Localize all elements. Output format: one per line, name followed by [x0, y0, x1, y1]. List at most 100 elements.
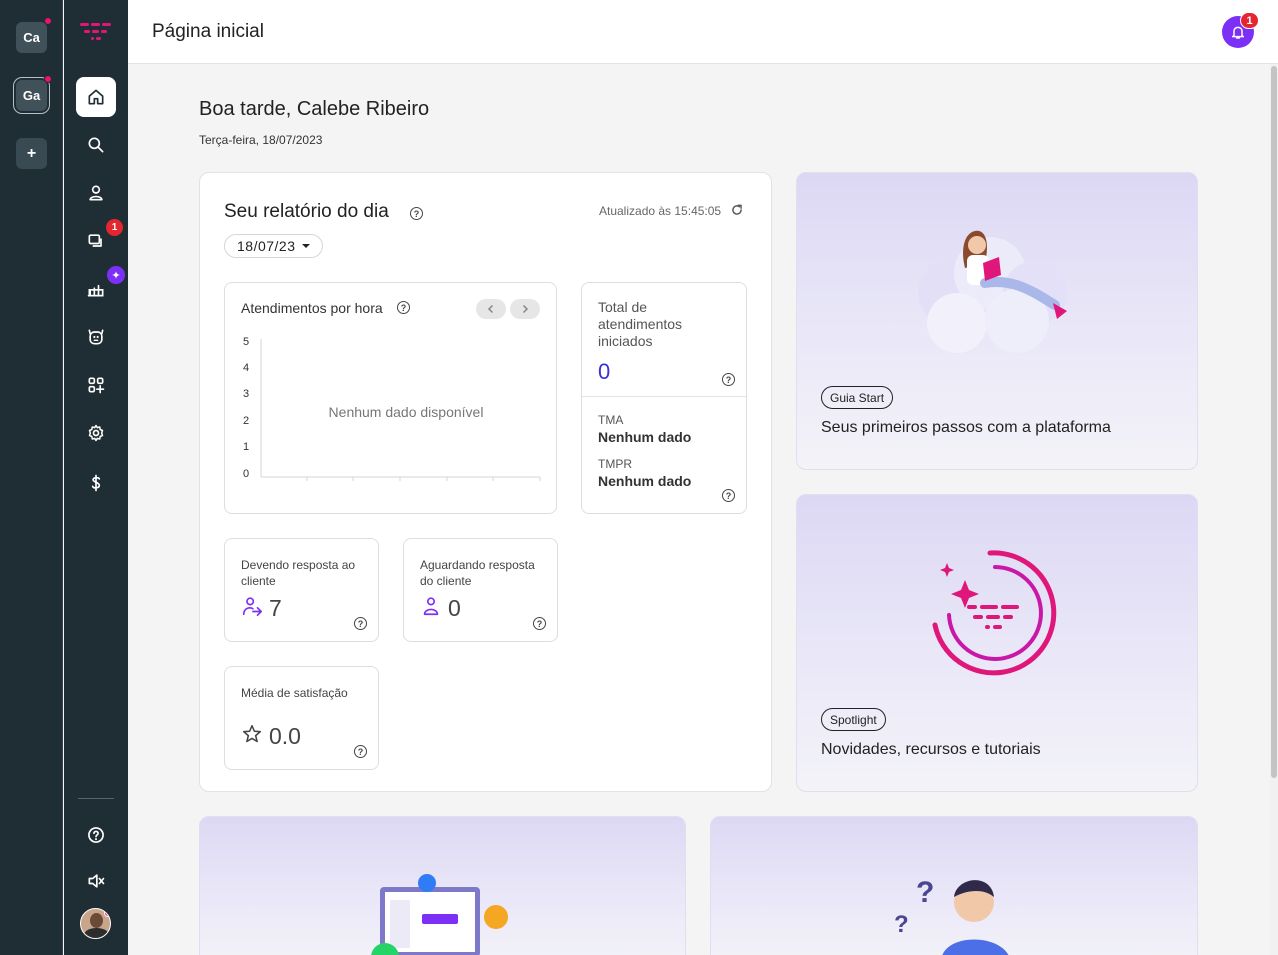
nav-billing[interactable]: [76, 463, 116, 503]
chart-next-button[interactable]: [510, 299, 540, 319]
promo-title: Seus primeiros passos com a plataforma: [821, 419, 1111, 436]
tma-label: TMA: [598, 413, 624, 427]
nav-contacts[interactable]: [76, 173, 116, 213]
svg-text:?: ?: [894, 911, 909, 938]
status-dot: [104, 909, 110, 917]
help-icon: [88, 827, 104, 843]
reading-woman-illustration: [918, 230, 1067, 353]
y-tick: 4: [243, 362, 249, 374]
date-filter-value: 18/07/23: [237, 238, 296, 254]
spotlight-card[interactable]: Spotlight Novidades, recursos e tutoriai…: [796, 494, 1198, 792]
help-icon[interactable]: ?: [722, 373, 735, 386]
tmpr-label: TMPR: [598, 457, 632, 471]
star-icon: [242, 724, 262, 743]
laptop-channels-illustration: [371, 874, 508, 955]
y-tick: 1: [243, 441, 249, 453]
y-tick: 0: [243, 468, 249, 480]
mute-icon: [88, 874, 105, 888]
nav-sound-toggle[interactable]: [76, 861, 116, 901]
nav-home[interactable]: [76, 77, 116, 117]
nav-bots[interactable]: [76, 317, 116, 357]
report-title: Seu relatório do dia: [224, 201, 389, 222]
spotlight-logo-illustration: [932, 550, 1057, 676]
notification-dot: [44, 75, 52, 83]
nav-sidebar: 1 ✦: [64, 0, 128, 955]
nav-settings[interactable]: [76, 413, 116, 453]
home-icon: [88, 89, 104, 105]
daily-report-card: Seu relatório do dia ? Atualizado às 15:…: [199, 172, 772, 792]
help-icon[interactable]: ?: [410, 207, 423, 220]
total-value: 0: [598, 359, 611, 384]
bar-chart-icon: [87, 284, 104, 297]
empty-state-text: Nenhum dado disponível: [329, 404, 484, 420]
owing-response-card: Devendo resposta ao cliente 7 ?: [224, 538, 379, 642]
chart-prev-button[interactable]: [476, 299, 506, 319]
notification-dot: [44, 17, 52, 25]
caret-down-icon: [301, 244, 310, 248]
gear-icon: [88, 424, 104, 442]
chevron-right-icon: [522, 304, 529, 314]
nav-help[interactable]: [76, 815, 116, 855]
nav-search[interactable]: [76, 125, 116, 165]
awaiting-response-card: Aguardando resposta do cliente 0 ?: [403, 538, 558, 642]
brand-logo: [80, 23, 111, 40]
workspace-ga[interactable]: Ga: [16, 75, 52, 111]
kpi-value: 0.0: [269, 723, 301, 749]
hourly-chart-card: Atendimentos por hora ? 5 4 3 2 1 0 Nenh…: [224, 282, 557, 514]
workspace-ca[interactable]: Ca: [16, 17, 52, 53]
y-tick: 3: [243, 388, 249, 400]
total-label: Total de atendimentos iniciados: [598, 299, 683, 349]
help-icon[interactable]: ?: [354, 745, 367, 758]
help-icon[interactable]: ?: [722, 489, 735, 502]
kpi-value: 7: [269, 595, 282, 621]
user-avatar[interactable]: [80, 908, 111, 939]
chart-title: Atendimentos por hora: [241, 300, 383, 316]
notification-badge: 1: [1240, 12, 1259, 29]
conversations-badge: 1: [106, 219, 123, 236]
help-icon[interactable]: ?: [354, 617, 367, 630]
updated-timestamp: Atualizado às 15:45:05: [599, 204, 722, 218]
kpi-label: Aguardando resposta do cliente: [420, 558, 535, 588]
chat-icon: [88, 234, 102, 247]
dollar-icon: [91, 474, 101, 492]
hourly-chart: 5 4 3 2 1 0 Nenhum dado disponível: [243, 336, 541, 481]
nav-reports[interactable]: ✦: [76, 266, 125, 309]
promo-title: Novidades, recursos e tutoriais: [821, 741, 1041, 758]
kpi-value: 0: [448, 595, 461, 621]
help-icon[interactable]: ?: [397, 301, 410, 314]
search-icon: [88, 137, 104, 153]
help-promo-card[interactable]: ? ?: [710, 816, 1198, 955]
workspace-rail: Ca Ga +: [0, 0, 63, 955]
scrollbar-thumb[interactable]: [1271, 66, 1277, 778]
guide-start-card[interactable]: Guia Start Seus primeiros passos com a p…: [796, 172, 1198, 470]
current-date: Terça-feira, 18/07/2023: [199, 133, 323, 147]
sparkle-icon: ✦: [107, 266, 125, 284]
chevron-left-icon: [487, 304, 494, 314]
satisfaction-card: Média de satisfação 0.0 ?: [224, 666, 379, 770]
date-filter-dropdown[interactable]: 18/07/23: [224, 234, 323, 258]
person-icon: [423, 597, 439, 616]
greeting: Boa tarde, Calebe Ribeiro: [199, 98, 430, 120]
add-workspace-button[interactable]: +: [16, 138, 47, 169]
person-icon: [89, 185, 103, 201]
help-icon[interactable]: ?: [533, 617, 546, 630]
page-title: Página inicial: [152, 21, 264, 42]
total-attendances-card: Total de atendimentos iniciados 0 ? TMA …: [581, 282, 747, 514]
workspace-label: Ga: [22, 88, 41, 103]
person-waiting-icon: [242, 597, 262, 616]
tmpr-value: Nenhum dado: [598, 473, 692, 489]
omnichannel-promo-card[interactable]: [199, 816, 686, 955]
page-scrollbar[interactable]: [1270, 64, 1278, 955]
kpi-label: Média de satisfação: [241, 686, 348, 700]
apps-icon: [88, 377, 105, 394]
y-tick: 5: [243, 336, 249, 348]
workspace-label: Ca: [23, 30, 40, 45]
svg-text:?: ?: [916, 876, 934, 909]
nav-apps[interactable]: [76, 365, 116, 405]
promo-tag: Guia Start: [821, 386, 894, 409]
refresh-icon[interactable]: [730, 203, 744, 217]
kpi-label: Devendo resposta ao cliente: [241, 558, 356, 588]
bot-icon: [88, 329, 104, 345]
nav-conversations[interactable]: 1: [76, 219, 123, 261]
divider: [582, 396, 746, 397]
